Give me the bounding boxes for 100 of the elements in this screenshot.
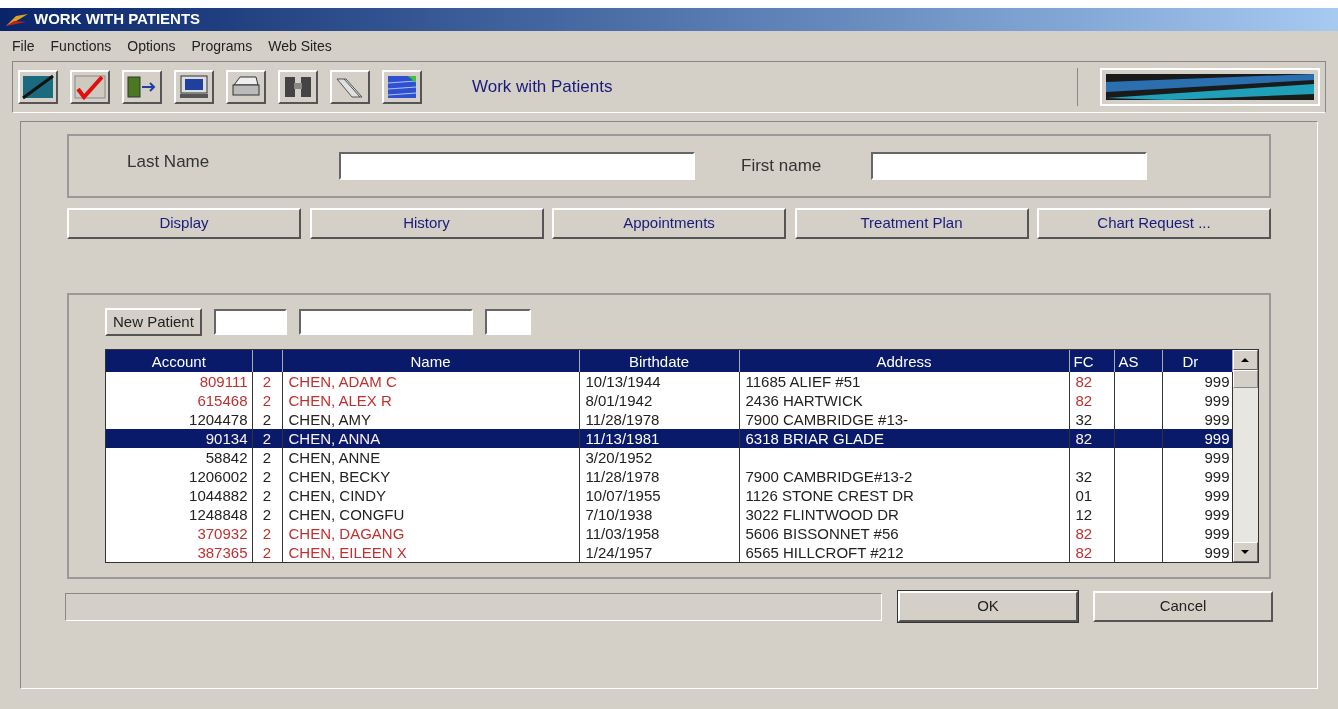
checkmark-icon[interactable] [70, 70, 110, 104]
table-cell: 5606 BISSONNET #56 [739, 524, 1069, 543]
menu-item[interactable]: File [4, 35, 43, 57]
table-cell: 2436 HARTWICK [739, 391, 1069, 410]
table-cell: CHEN, CONGFU [282, 505, 579, 524]
table-cell: 82 [1069, 372, 1114, 391]
table-cell: CHEN, BECKY [282, 467, 579, 486]
input-field[interactable] [484, 309, 531, 335]
table-cell: 1126 STONE CREST DR [739, 486, 1069, 505]
action-button[interactable]: Chart Request ... [1037, 208, 1271, 239]
table-cell: 01 [1069, 486, 1114, 505]
table-cell: CHEN, ALEX R [282, 391, 579, 410]
window-title: WORK WITH PATIENTS [34, 9, 201, 30]
new-patient-button[interactable]: New Patient [105, 308, 202, 336]
patient-row[interactable]: 90134 2 CHEN, ANNA 11/13/1981 6318 BRIAR GLADE 82 999 [106, 429, 1232, 448]
patient-row[interactable]: 370932 2 CHEN, DAGANG 11/03/1958 5606 BISSONNET #56 82 999 [106, 524, 1232, 543]
table-cell: 2 [252, 486, 282, 505]
column-header[interactable]: Dr [1162, 350, 1232, 372]
action-button[interactable]: Display [67, 208, 301, 239]
table-cell: 2 [252, 429, 282, 448]
input-field[interactable] [213, 309, 287, 335]
table-cell: 82 [1069, 429, 1114, 448]
table-cell: 6318 BRIAR GLADE [739, 429, 1069, 448]
slash-square-icon[interactable] [18, 70, 58, 104]
app-logo-icon [4, 11, 30, 28]
table-cell: 8/01/1942 [579, 391, 739, 410]
menu-item[interactable]: Options [119, 35, 184, 57]
table-cell: 32 [1069, 467, 1114, 486]
patient-row[interactable]: 809111 2 CHEN, ADAM C 10/13/1944 11685 ALIEF #51 82 999 [106, 372, 1232, 391]
table-cell: 2 [252, 391, 282, 410]
menu-item[interactable]: Functions [42, 35, 120, 57]
table-cell: 10/07/1955 [579, 486, 739, 505]
patient-row[interactable]: 1248848 2 CHEN, CONGFU 7/10/1938 3022 FLINTWOOD DR 12 999 [106, 505, 1232, 524]
striped-sheet-icon[interactable] [330, 70, 370, 104]
input-field[interactable] [298, 309, 473, 335]
table-cell: CHEN, EILEEN X [282, 543, 579, 562]
column-header[interactable]: AS [1114, 350, 1162, 372]
table-cell: CHEN, ANNE [282, 448, 579, 467]
patient-row[interactable]: 1044882 2 CHEN, CINDY 10/07/1955 1126 STONE CREST DR 01 999 [106, 486, 1232, 505]
table-cell: 2 [252, 505, 282, 524]
table-cell: 1044882 [106, 486, 252, 505]
dialog-button[interactable]: OK [898, 591, 1078, 622]
table-cell: CHEN, ADAM C [282, 372, 579, 391]
table-cell: 12 [1069, 505, 1114, 524]
table-cell: 615468 [106, 391, 252, 410]
patient-row[interactable]: 58842 2 CHEN, ANNE 3/20/1952 999 [106, 448, 1232, 467]
patient-row[interactable]: 1206002 2 CHEN, BECKY 11/28/1978 7900 CAMBRIDGE#13-2 32 999 [106, 467, 1232, 486]
table-cell: 11/28/1978 [579, 467, 739, 486]
table-cell: 999 [1162, 429, 1232, 448]
scroll-up-icon[interactable] [1232, 350, 1258, 370]
table-cell: 3/20/1952 [579, 448, 739, 467]
table-cell: 999 [1162, 486, 1232, 505]
table-cell: 999 [1162, 448, 1232, 467]
table-cell: 7/10/1938 [579, 505, 739, 524]
table-cell: 2 [252, 543, 282, 562]
table-cell: 2 [252, 524, 282, 543]
table-cell: CHEN, DAGANG [282, 524, 579, 543]
action-button[interactable]: Treatment Plan [794, 208, 1029, 239]
scroll-down-icon[interactable] [1232, 542, 1258, 562]
table-cell: 1/24/1957 [579, 543, 739, 562]
table-cell: 387365 [106, 543, 252, 562]
grid-sheet-icon[interactable] [382, 70, 422, 104]
table-cell: 82 [1069, 391, 1114, 410]
column-header[interactable]: Name [282, 350, 579, 372]
action-button[interactable]: History [309, 208, 544, 239]
column-header[interactable]: Birthdate [579, 350, 739, 372]
table-cell: 3022 FLINTWOOD DR [739, 505, 1069, 524]
table-cell: CHEN, ANNA [282, 429, 579, 448]
patient-row[interactable]: 615468 2 CHEN, ALEX R 8/01/1942 2436 HARTWICK 82 999 [106, 391, 1232, 410]
printer-icon[interactable] [226, 70, 266, 104]
table-cell: 58842 [106, 448, 252, 467]
binoculars-icon[interactable] [278, 70, 318, 104]
dialog-button[interactable]: Cancel [1093, 591, 1273, 622]
scrollbar[interactable] [1232, 350, 1258, 562]
toolbar-title: Work with Patients [472, 76, 613, 99]
table-cell: 82 [1069, 524, 1114, 543]
table-cell: 2 [252, 467, 282, 486]
table-cell: 6565 HILLCROFT #212 [739, 543, 1069, 562]
table-cell: 11685 ALIEF #51 [739, 372, 1069, 391]
table-cell: 11/13/1981 [579, 429, 739, 448]
menu-item[interactable]: Web Sites [260, 35, 340, 57]
action-button[interactable]: Appointments [552, 208, 786, 239]
table-cell: 999 [1162, 524, 1232, 543]
table-cell: 82 [1069, 543, 1114, 562]
computer-icon[interactable] [174, 70, 214, 104]
table-cell: 1206002 [106, 467, 252, 486]
field-label: First name [741, 155, 823, 178]
table-cell: 2 [252, 372, 282, 391]
input-field[interactable] [339, 152, 695, 180]
table-cell: 1248848 [106, 505, 252, 524]
input-field[interactable] [871, 152, 1147, 180]
table-cell: 999 [1162, 372, 1232, 391]
patient-row[interactable]: 387365 2 CHEN, EILEEN X 1/24/1957 6565 HILLCROFT #212 82 999 [106, 543, 1232, 562]
column-header[interactable]: Account [106, 350, 252, 372]
menu-item[interactable]: Programs [183, 35, 261, 57]
scroll-thumb[interactable] [1232, 370, 1258, 388]
table-cell: 90134 [106, 429, 252, 448]
column-header[interactable]: Address [739, 350, 1069, 372]
column-header[interactable]: FC [1069, 350, 1114, 372]
table-cell: 11/03/1958 [579, 524, 739, 543]
